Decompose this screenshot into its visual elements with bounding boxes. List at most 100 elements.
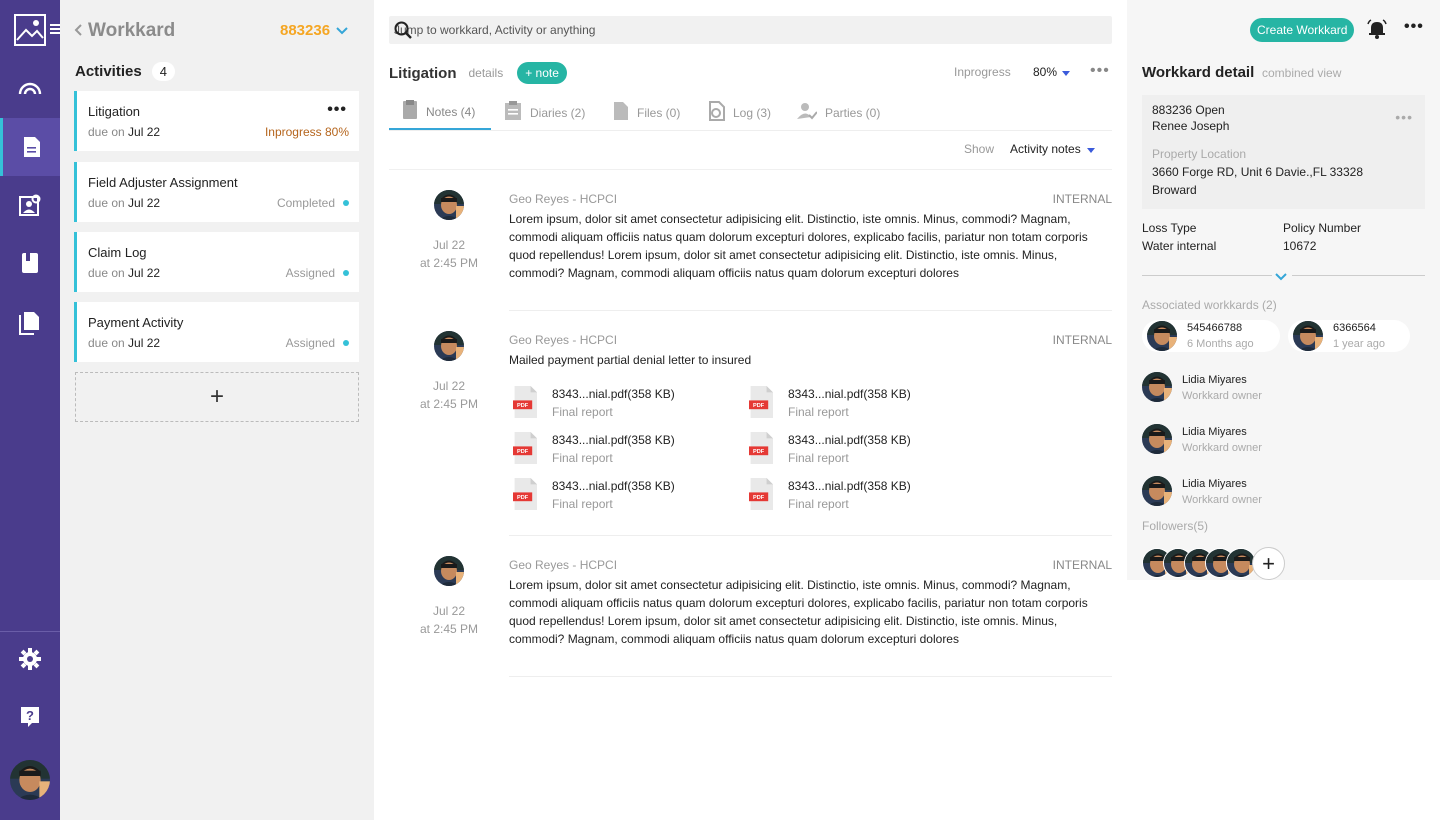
associated-workkard[interactable]: 545466788 6 Months ago bbox=[1142, 320, 1280, 352]
user-avatar[interactable] bbox=[10, 760, 50, 800]
chevron-down-icon[interactable] bbox=[1274, 270, 1288, 285]
file-description: Final report bbox=[552, 451, 613, 465]
tab-diaries[interactable]: Diaries (2) bbox=[504, 95, 585, 130]
activity-due: due on Jul 22 bbox=[88, 266, 161, 280]
help-icon[interactable]: ? bbox=[0, 688, 60, 746]
more-options-icon[interactable]: ••• bbox=[1395, 109, 1413, 125]
tab-label: Log (3) bbox=[733, 105, 772, 120]
gear-icon[interactable] bbox=[0, 630, 60, 688]
address-line1: 3660 Forge RD, Unit 6 Davie.,FL 33328 bbox=[1152, 165, 1364, 179]
note-body: Lorem ipsum, dolor sit amet consectetur … bbox=[509, 578, 1088, 646]
parties-icon bbox=[797, 101, 818, 124]
search-bar[interactable]: Jump to workkard, Activity or anything bbox=[389, 16, 1112, 44]
progress-select[interactable]: 80% bbox=[1033, 65, 1071, 79]
detail-subtitle[interactable]: combined view bbox=[1262, 66, 1341, 80]
show-select[interactable]: Activity notes bbox=[1010, 142, 1095, 156]
note-tag: INTERNAL bbox=[1052, 192, 1112, 206]
associated-workkard[interactable]: 6366564 1 year ago bbox=[1288, 320, 1410, 352]
avatar bbox=[1142, 476, 1172, 506]
file-name: 8343...nial.pdf(358 KB) bbox=[552, 433, 675, 447]
activity-status: Inprogress 80% bbox=[264, 125, 349, 139]
activity-status: Assigned bbox=[286, 336, 349, 350]
menu-icon[interactable] bbox=[50, 22, 60, 36]
attachment-file[interactable]: 8343...nial.pdf(358 KB) Final report bbox=[746, 478, 946, 520]
search-icon[interactable] bbox=[394, 21, 1104, 42]
more-options-icon[interactable]: ••• bbox=[1090, 62, 1110, 80]
owner-item[interactable]: Lidia Miyares Workkard owner bbox=[1142, 424, 1342, 456]
create-workkard-button[interactable]: Create Workkard bbox=[1250, 18, 1355, 42]
author-avatar bbox=[434, 556, 464, 586]
status-dot bbox=[343, 340, 349, 346]
activities-count: 4 bbox=[151, 62, 175, 81]
note-timestamp: Jul 22 at 2:45 PM bbox=[419, 238, 479, 270]
book-icon[interactable] bbox=[0, 234, 60, 292]
add-activity-button[interactable]: + bbox=[75, 372, 359, 422]
more-options-icon[interactable]: ••• bbox=[327, 101, 347, 119]
tab-log[interactable]: Log (3) bbox=[707, 95, 771, 130]
main-panel: Jump to workkard, Activity or anything L… bbox=[374, 0, 1127, 820]
activity-due: due on Jul 22 bbox=[88, 125, 161, 139]
owner-item[interactable]: Lidia Miyares Workkard owner bbox=[1142, 372, 1342, 404]
divider bbox=[1292, 275, 1425, 276]
workkard-age: 6 Months ago bbox=[1187, 338, 1254, 350]
tab-parties[interactable]: Parties (0) bbox=[797, 95, 880, 130]
pdf-icon bbox=[510, 478, 540, 510]
file-name: 8343...nial.pdf(358 KB) bbox=[788, 387, 911, 401]
show-label: Show bbox=[964, 142, 995, 156]
note-author: Geo Reyes - HCPCI bbox=[509, 192, 618, 206]
search-profile-icon[interactable] bbox=[0, 176, 60, 234]
activities-panel: Workkard 883236 Activities 4 Litigation … bbox=[60, 0, 374, 820]
activity-card-field-adjuster[interactable]: Field Adjuster Assignment due on Jul 22 … bbox=[74, 162, 359, 222]
owner-name: Lidia Miyares bbox=[1182, 478, 1247, 490]
file-name: 8343...nial.pdf(358 KB) bbox=[552, 479, 675, 493]
files-icon[interactable] bbox=[0, 294, 60, 352]
image-logo-icon[interactable] bbox=[14, 14, 46, 46]
dashboard-icon[interactable] bbox=[0, 58, 60, 116]
notes-icon bbox=[402, 100, 418, 123]
caret-down-icon bbox=[1086, 142, 1095, 156]
tab-label: Diaries (2) bbox=[530, 105, 586, 120]
attachment-file[interactable]: 8343...nial.pdf(358 KB) Final report bbox=[510, 478, 710, 520]
attachment-file[interactable]: 8343...nial.pdf(358 KB) Final report bbox=[510, 386, 710, 428]
status-dot bbox=[343, 270, 349, 276]
tab-files[interactable]: Files (0) bbox=[613, 95, 680, 130]
file-icon bbox=[613, 101, 629, 124]
note-body: Lorem ipsum, dolor sit amet consectetur … bbox=[509, 212, 1088, 280]
caret-down-icon bbox=[1062, 65, 1071, 79]
activity-card-payment[interactable]: Payment Activity due on Jul 22 Assigned bbox=[74, 302, 359, 362]
panel-background bbox=[1127, 580, 1440, 820]
workkard-age: 1 year ago bbox=[1333, 338, 1385, 350]
document-icon[interactable] bbox=[0, 118, 60, 176]
chevron-down-icon bbox=[336, 22, 348, 39]
show-value: Activity notes bbox=[1010, 142, 1081, 156]
workkard-number-select[interactable]: 883236 bbox=[280, 22, 348, 39]
details-link[interactable]: details bbox=[469, 66, 504, 80]
add-note-button[interactable]: + note bbox=[517, 62, 567, 84]
activity-card-litigation[interactable]: Litigation ••• due on Jul 22 Inprogress … bbox=[74, 91, 359, 151]
status-dot bbox=[343, 200, 349, 206]
left-rail: ? bbox=[0, 0, 60, 820]
activity-card-claim-log[interactable]: Claim Log due on Jul 22 Assigned bbox=[74, 232, 359, 292]
activity-name: Payment Activity bbox=[88, 315, 184, 330]
attachment-file[interactable]: 8343...nial.pdf(358 KB) Final report bbox=[746, 386, 946, 428]
more-options-icon[interactable]: ••• bbox=[1404, 18, 1424, 36]
progress-value: 80% bbox=[1033, 65, 1058, 79]
back-to-workkard[interactable]: Workkard bbox=[74, 20, 175, 42]
bell-icon[interactable] bbox=[1367, 19, 1387, 42]
attachment-file[interactable]: 8343...nial.pdf(358 KB) Final report bbox=[746, 432, 946, 474]
activity-tabs: Notes (4) Diaries (2) Files (0) Log (3) … bbox=[389, 95, 1112, 131]
activity-name: Claim Log bbox=[88, 245, 147, 260]
activity-status: Completed bbox=[277, 196, 349, 210]
pdf-icon bbox=[510, 386, 540, 418]
attachment-file[interactable]: 8343...nial.pdf(358 KB) Final report bbox=[510, 432, 710, 474]
owner-item[interactable]: Lidia Miyares Workkard owner bbox=[1142, 476, 1342, 508]
note-divider bbox=[509, 676, 1112, 677]
avatar bbox=[1293, 321, 1323, 351]
file-description: Final report bbox=[788, 405, 849, 419]
tab-notes[interactable]: Notes (4) bbox=[389, 95, 491, 130]
loss-type: Loss Type Water internal bbox=[1142, 221, 1217, 253]
workkard-status: 883236 Open bbox=[1152, 103, 1225, 117]
owner-name: Lidia Miyares bbox=[1182, 426, 1247, 438]
file-description: Final report bbox=[788, 451, 849, 465]
add-follower-button[interactable]: + bbox=[1252, 547, 1285, 580]
